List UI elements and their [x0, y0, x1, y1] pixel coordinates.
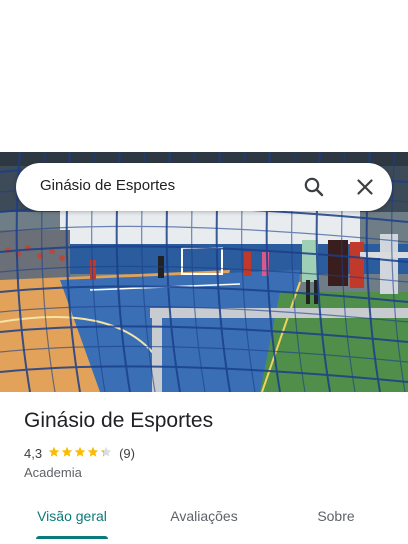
tab-about[interactable]: Sobre	[268, 496, 404, 536]
star-icon	[61, 446, 74, 461]
active-tab-indicator	[36, 536, 108, 539]
review-count[interactable]: (9)	[119, 446, 135, 461]
place-category: Academia	[24, 465, 82, 480]
star-icon	[74, 446, 87, 461]
search-bar[interactable]: Ginásio de Esportes	[16, 163, 392, 211]
tab-overview[interactable]: Visão geral	[4, 496, 140, 536]
tab-reviews[interactable]: Avaliações	[136, 496, 272, 536]
star-rating	[48, 446, 113, 461]
star-icon	[87, 446, 100, 461]
rating-row[interactable]: 4,3 (9)	[24, 444, 135, 462]
rating-value: 4,3	[24, 445, 43, 461]
place-title: Ginásio de Esportes	[24, 409, 214, 432]
map-empty-area	[0, 0, 408, 152]
search-input[interactable]: Ginásio de Esportes	[40, 177, 175, 194]
search-icon[interactable]	[302, 175, 326, 199]
place-tabs: Visão geral Avaliações Sobre	[0, 496, 408, 544]
star-icon	[100, 446, 113, 461]
star-icon	[48, 446, 61, 461]
close-icon[interactable]	[353, 175, 377, 199]
